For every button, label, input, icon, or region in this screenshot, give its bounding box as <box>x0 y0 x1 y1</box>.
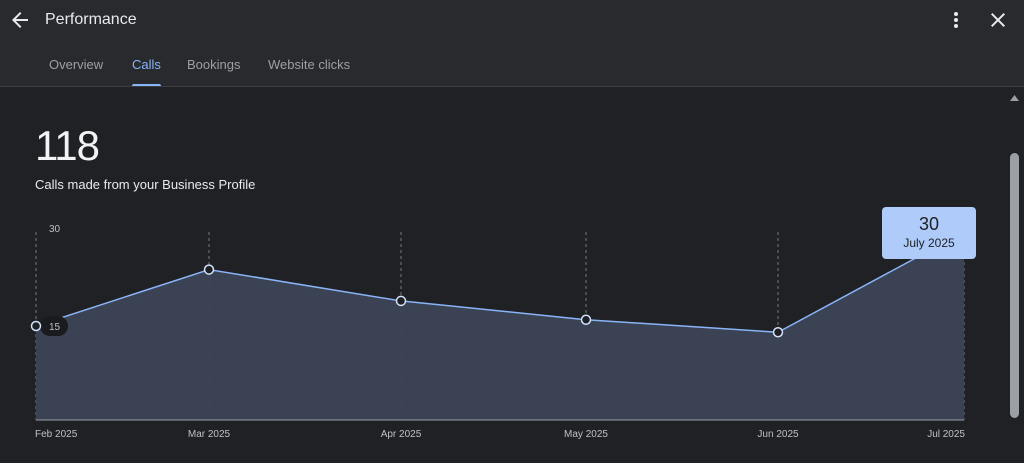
x-tick-label-0: Feb 2025 <box>35 429 78 440</box>
tab-bookings[interactable]: Bookings <box>187 57 240 85</box>
scroll-thumb[interactable] <box>1010 153 1019 418</box>
tab-website-clicks[interactable]: Website clicks <box>268 57 350 85</box>
data-point-4 <box>772 327 784 338</box>
y-tick-label-0: 15 <box>49 322 61 333</box>
data-point-1 <box>203 264 215 275</box>
calls-chart: 15 30 Feb 2025 Mar 2025 Apr 2025 May 2025 Jun … <box>30 224 976 440</box>
tooltip-value: 30 <box>918 214 940 234</box>
scroll-up-icon[interactable] <box>1010 95 1019 101</box>
area-fill <box>36 232 964 420</box>
data-point-2 <box>395 295 407 307</box>
content-panel: 118 Calls made from your Business Profil… <box>0 87 1005 463</box>
tooltip-label: July 2025 <box>903 236 955 250</box>
scrollbar[interactable] <box>1005 87 1024 463</box>
data-point-3 <box>580 314 592 325</box>
x-tick-label-3: May 2025 <box>564 429 608 440</box>
x-tick-label-2: Apr 2025 <box>381 429 422 440</box>
tab-bar: Overview Calls Bookings Website clicks <box>0 52 1024 86</box>
bottom-strip <box>0 453 1005 463</box>
close-icon[interactable] <box>986 8 1010 32</box>
arrow-back-icon[interactable] <box>8 8 32 32</box>
header-bar: Performance Overview Calls Bookings Webs… <box>0 0 1024 87</box>
tab-overview[interactable]: Overview <box>49 57 103 85</box>
x-tick-label-4: Jun 2025 <box>757 429 799 440</box>
data-point-0 <box>30 320 42 332</box>
y-tick-label-1: 30 <box>49 224 61 235</box>
chart-tooltip: 30 July 2025 <box>882 207 976 259</box>
more-vert-icon[interactable] <box>944 8 968 32</box>
x-tick-label-1: Mar 2025 <box>188 429 231 440</box>
page-title: Performance <box>45 11 137 28</box>
x-tick-label-5: Jul 2025 <box>927 429 965 440</box>
tab-calls[interactable]: Calls <box>132 57 161 86</box>
